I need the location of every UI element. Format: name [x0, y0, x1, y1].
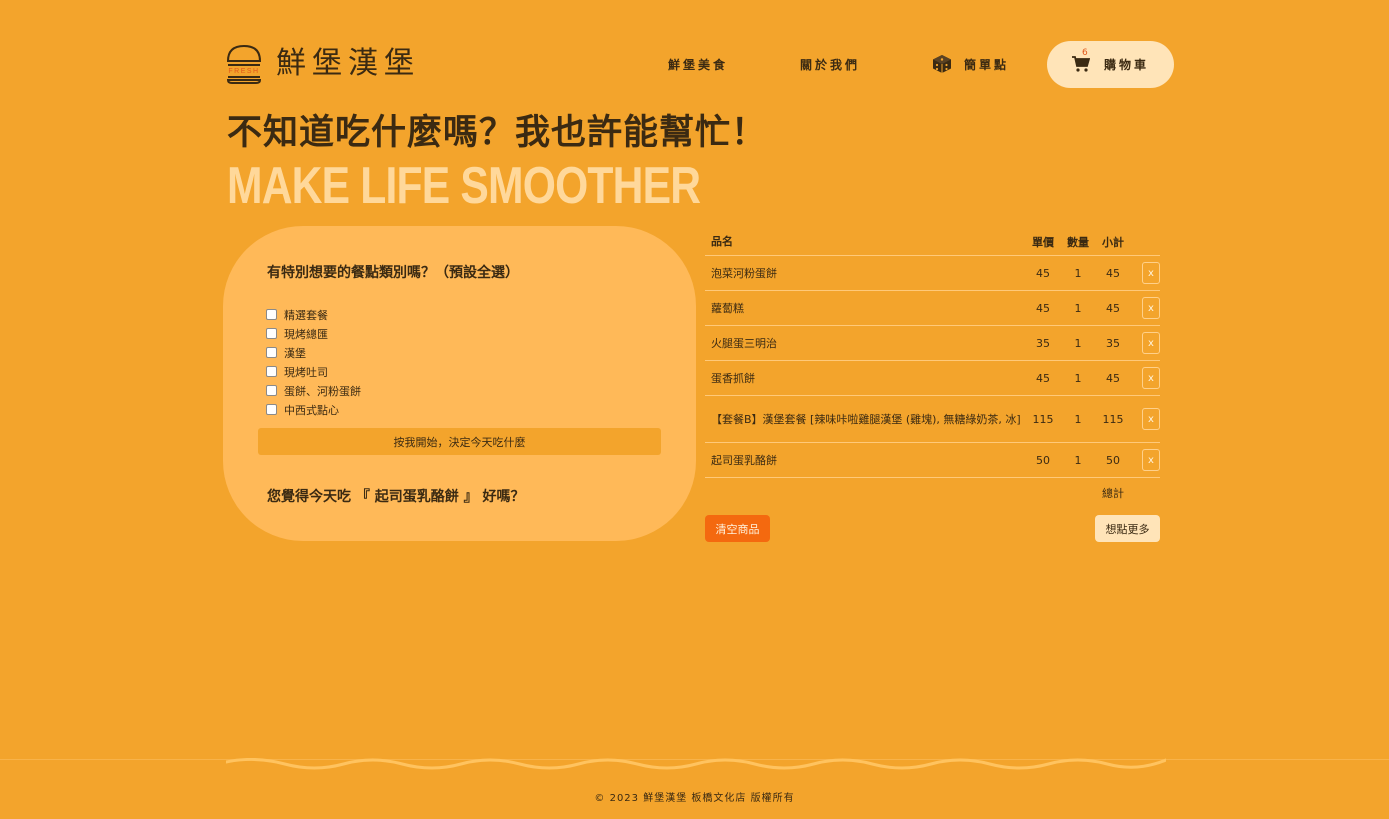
- category-label: 蛋餅、河粉蛋餅: [284, 384, 361, 398]
- item-price: 45: [1036, 266, 1050, 280]
- category-option[interactable]: 精選套餐: [266, 305, 361, 324]
- clear-cart-button[interactable]: 清空商品: [705, 515, 770, 542]
- category-option[interactable]: 漢堡: [266, 343, 361, 362]
- category-checkbox[interactable]: [266, 404, 277, 415]
- nav-about[interactable]: 關於我們: [800, 56, 860, 73]
- item-price: 45: [1036, 301, 1050, 315]
- page-headline: 不知道吃什麼嗎？我也許能幫忙！: [227, 113, 768, 153]
- logo-badge: FRESH: [228, 68, 259, 75]
- category-label: 中西式點心: [284, 403, 339, 417]
- category-checkbox[interactable]: [266, 366, 277, 377]
- table-row: 【套餐B】漢堡套餐 [辣味咔啦雞腿漢堡 (雞塊), 無糖綠奶茶, 冰] 115 …: [705, 396, 1160, 443]
- remove-item-button[interactable]: x: [1142, 332, 1160, 354]
- header-name: 品名: [711, 235, 733, 248]
- nav-easy-order-label: 簡單點: [963, 57, 1009, 72]
- header-subtotal: 小計: [1102, 235, 1124, 249]
- logo[interactable]: FRESH 鮮堡漢堡: [226, 43, 420, 85]
- cart-label: 購物車: [1103, 57, 1149, 72]
- slogan: MAKE LIFE SMOOTHER: [227, 157, 701, 215]
- remove-item-button[interactable]: x: [1142, 297, 1160, 319]
- item-name: 【套餐B】漢堡套餐 [辣味咔啦雞腿漢堡 (雞塊), 無糖綠奶茶, 冰]: [711, 412, 1021, 426]
- copyright: © 2023 鮮堡漢堡 板橋文化店 版權所有: [594, 793, 795, 804]
- item-name: 起司蛋乳酪餅: [711, 453, 777, 467]
- item-name: 蘿蔔糕: [711, 301, 744, 315]
- category-checkbox[interactable]: [266, 309, 277, 320]
- category-checkbox[interactable]: [266, 347, 277, 358]
- order-more-button[interactable]: 想點更多: [1095, 515, 1160, 542]
- category-list: 精選套餐 現烤總匯 漢堡 現烤吐司 蛋餅、河粉蛋餅 中西式點心: [266, 305, 361, 419]
- nav-menu-label: 鮮堡美食: [667, 57, 728, 72]
- item-qty: 1: [1074, 336, 1082, 350]
- nav-menu[interactable]: 鮮堡美食: [668, 56, 728, 73]
- item-subtotal: 50: [1106, 453, 1120, 467]
- item-subtotal: 115: [1102, 412, 1124, 426]
- nav-easy-order[interactable]: 簡單點: [932, 54, 1009, 74]
- category-option[interactable]: 蛋餅、河粉蛋餅: [266, 381, 361, 400]
- nav-about-label: 關於我們: [799, 57, 860, 72]
- table-row: 蘿蔔糕 45 1 45 x: [705, 291, 1160, 326]
- remove-item-button[interactable]: x: [1142, 449, 1160, 471]
- start-picker-button[interactable]: 按我開始，決定今天吃什麼: [258, 428, 661, 455]
- header-price: 單價: [1032, 235, 1054, 249]
- item-price: 50: [1036, 453, 1050, 467]
- remove-item-button[interactable]: x: [1142, 367, 1160, 389]
- item-qty: 1: [1074, 266, 1082, 280]
- item-qty: 1: [1074, 453, 1082, 467]
- category-label: 現烤總匯: [284, 327, 328, 341]
- item-subtotal: 45: [1106, 266, 1120, 280]
- category-checkbox[interactable]: [266, 385, 277, 396]
- item-price: 115: [1032, 412, 1054, 426]
- item-name: 蛋香抓餅: [711, 371, 755, 385]
- item-subtotal: 45: [1106, 371, 1120, 385]
- logo-text: 鮮堡漢堡: [276, 46, 420, 81]
- cart-button[interactable]: 6 購物車: [1047, 40, 1174, 88]
- table-row: 火腿蛋三明治 35 1 35 x: [705, 326, 1160, 361]
- table-header-row: 品名 單價 數量 小計: [705, 228, 1160, 256]
- item-subtotal: 35: [1106, 336, 1120, 350]
- dice-icon: [932, 55, 951, 73]
- item-qty: 1: [1074, 301, 1082, 315]
- item-price: 35: [1036, 336, 1050, 350]
- table-row: 蛋香抓餅 45 1 45 x: [705, 361, 1160, 396]
- cart-table: 品名 單價 數量 小計 泡菜河粉蛋餅 45 1 45 x 蘿蔔糕 45 1 45…: [705, 228, 1160, 508]
- meal-picker-panel: 有特別想要的餐點類別嗎？（預設全選） 精選套餐 現烤總匯 漢堡 現烤吐司 蛋餅、…: [223, 226, 696, 541]
- main-nav: 鮮堡美食 關於我們 簡單點 6 購物車: [668, 40, 1174, 88]
- item-name: 火腿蛋三明治: [711, 336, 777, 350]
- header-qty: 數量: [1067, 235, 1089, 249]
- category-label: 精選套餐: [284, 308, 328, 322]
- remove-item-button[interactable]: x: [1142, 262, 1160, 284]
- category-option[interactable]: 中西式點心: [266, 400, 361, 419]
- category-checkbox[interactable]: [266, 328, 277, 339]
- item-qty: 1: [1074, 412, 1082, 426]
- category-option[interactable]: 現烤吐司: [266, 362, 361, 381]
- category-label: 現烤吐司: [284, 365, 328, 379]
- burger-logo-icon: FRESH: [226, 44, 262, 84]
- total-row: 總計: [705, 478, 1160, 508]
- total-label: 總計: [1102, 487, 1124, 500]
- wave-decoration: [226, 758, 1166, 770]
- item-name: 泡菜河粉蛋餅: [711, 266, 777, 280]
- table-row: 泡菜河粉蛋餅 45 1 45 x: [705, 256, 1160, 291]
- category-question: 有特別想要的餐點類別嗎？（預設全選）: [267, 265, 519, 281]
- remove-item-button[interactable]: x: [1142, 408, 1160, 430]
- category-option[interactable]: 現烤總匯: [266, 324, 361, 343]
- category-label: 漢堡: [284, 346, 306, 360]
- suggestion-text: 您覺得今天吃 『 起司蛋乳酪餅 』 好嗎？: [267, 489, 525, 505]
- cart-icon: [1071, 56, 1090, 72]
- item-price: 45: [1036, 371, 1050, 385]
- table-row: 起司蛋乳酪餅 50 1 50 x: [705, 443, 1160, 478]
- item-qty: 1: [1074, 371, 1082, 385]
- item-subtotal: 45: [1106, 301, 1120, 315]
- site-header: FRESH 鮮堡漢堡 鮮堡美食 關於我們 簡單點 6 購物車: [226, 40, 1174, 88]
